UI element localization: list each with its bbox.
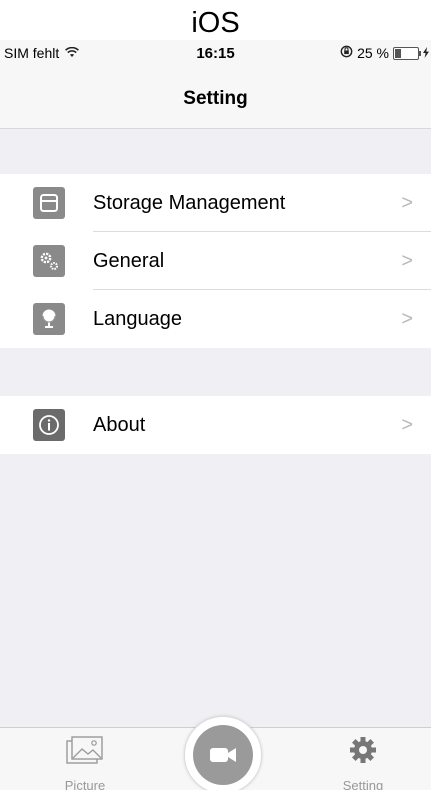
header: SIM fehlt 16:15 25 % Setting — [0, 40, 431, 129]
tab-label-picture: Picture — [64, 778, 106, 790]
tab-label-setting: Setting — [342, 778, 384, 790]
row-general[interactable]: General > — [0, 232, 431, 290]
row-storage-management[interactable]: Storage Management > — [0, 174, 431, 232]
camera-button[interactable] — [184, 716, 262, 790]
row-language[interactable]: Language > — [0, 290, 431, 348]
chevron-right-icon: > — [401, 250, 413, 272]
tab-setting[interactable]: Setting — [313, 728, 413, 790]
screen: iOS SIM fehlt 16:15 25 % Setting Storage… — [0, 0, 431, 790]
row-label: Language — [93, 308, 182, 330]
row-label: About — [93, 414, 146, 436]
chevron-right-icon: > — [401, 414, 413, 436]
chevron-right-icon: > — [401, 308, 413, 330]
status-right: 25 % — [340, 45, 429, 61]
row-about[interactable]: About > — [0, 396, 431, 454]
chevron-right-icon: > — [401, 192, 413, 214]
platform-caption: iOS — [0, 0, 431, 40]
info-icon — [33, 409, 65, 441]
page-title: Setting — [183, 88, 248, 109]
storage-icon — [33, 187, 65, 219]
globe-icon — [33, 303, 65, 335]
charging-bolt-icon — [423, 45, 429, 61]
gear-icon — [349, 736, 377, 769]
settings-group-about: About > — [0, 396, 431, 454]
battery-tip — [419, 50, 421, 56]
status-bar: SIM fehlt 16:15 25 % — [0, 40, 431, 66]
battery-fill — [395, 48, 401, 58]
tab-picture[interactable]: Picture — [35, 728, 135, 790]
video-camera-icon — [193, 725, 253, 785]
rotation-lock-icon — [340, 45, 353, 61]
row-label: General — [93, 250, 165, 272]
battery-percent: 25 % — [357, 45, 389, 61]
settings-group-main: Storage Management > General > Language … — [0, 174, 431, 348]
row-label: Storage Management — [93, 192, 286, 214]
battery-icon — [393, 46, 421, 60]
gears-icon — [33, 245, 65, 277]
picture-icon — [66, 736, 104, 771]
